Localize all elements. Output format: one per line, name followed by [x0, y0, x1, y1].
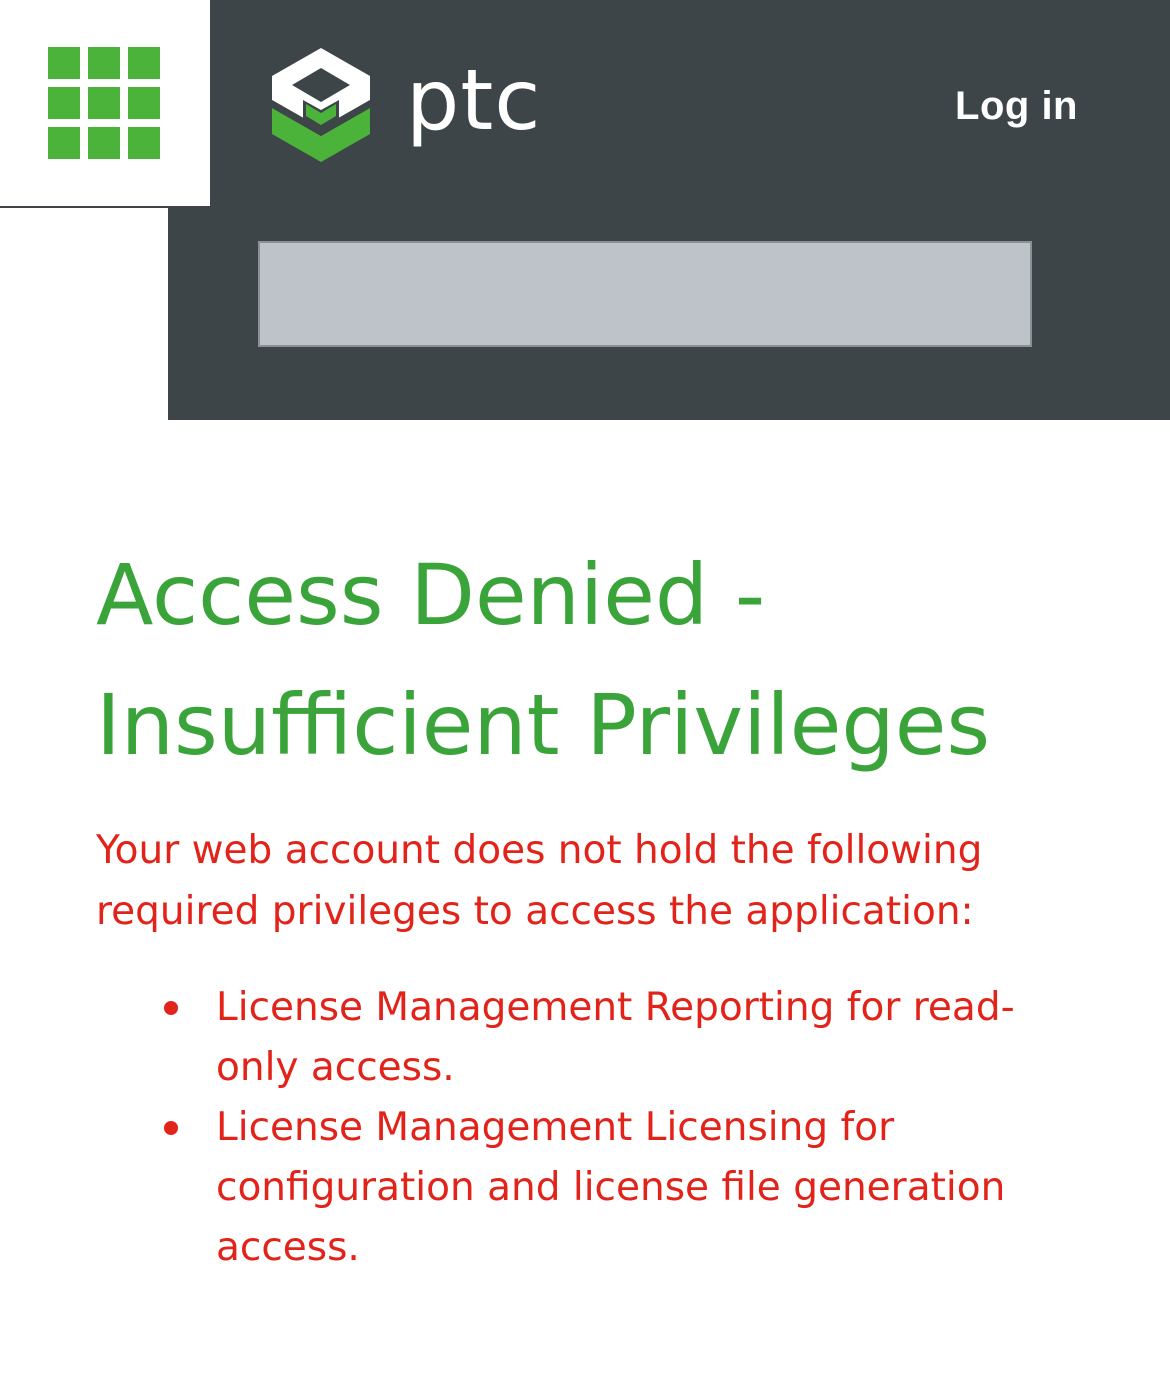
- page-title-line-2: Insufficient Privileges: [96, 676, 991, 774]
- required-privileges-list: License Management Reporting for read-on…: [96, 978, 1096, 1278]
- error-message: Your web account does not hold the follo…: [96, 828, 983, 934]
- app-launcher-button[interactable]: [0, 0, 210, 208]
- page-title-line-1: Access Denied -: [96, 546, 766, 644]
- login-link[interactable]: Log in: [955, 84, 1078, 129]
- bullet-icon: [164, 1001, 178, 1015]
- app-grid-icon: [48, 47, 160, 159]
- privilege-text: License Management Reporting for read-on…: [216, 985, 1015, 1090]
- bullet-icon: [164, 1121, 178, 1135]
- privilege-text: License Management Licensing for configu…: [216, 1105, 1006, 1270]
- ptc-logo-text: ptc: [406, 51, 542, 149]
- list-item: License Management Reporting for read-on…: [164, 978, 1096, 1098]
- ptc-logo-icon: [272, 48, 370, 162]
- page: ptc Log in Access Denied - Insufficient …: [0, 0, 1170, 1396]
- main-content: Access Denied - Insufficient Privileges …: [96, 530, 1096, 1278]
- page-title: Access Denied - Insufficient Privileges: [96, 530, 1096, 790]
- search-input[interactable]: [258, 241, 1032, 347]
- list-item: License Management Licensing for configu…: [164, 1098, 1096, 1278]
- ptc-logo[interactable]: ptc: [270, 46, 580, 162]
- site-header: ptc Log in: [168, 0, 1170, 420]
